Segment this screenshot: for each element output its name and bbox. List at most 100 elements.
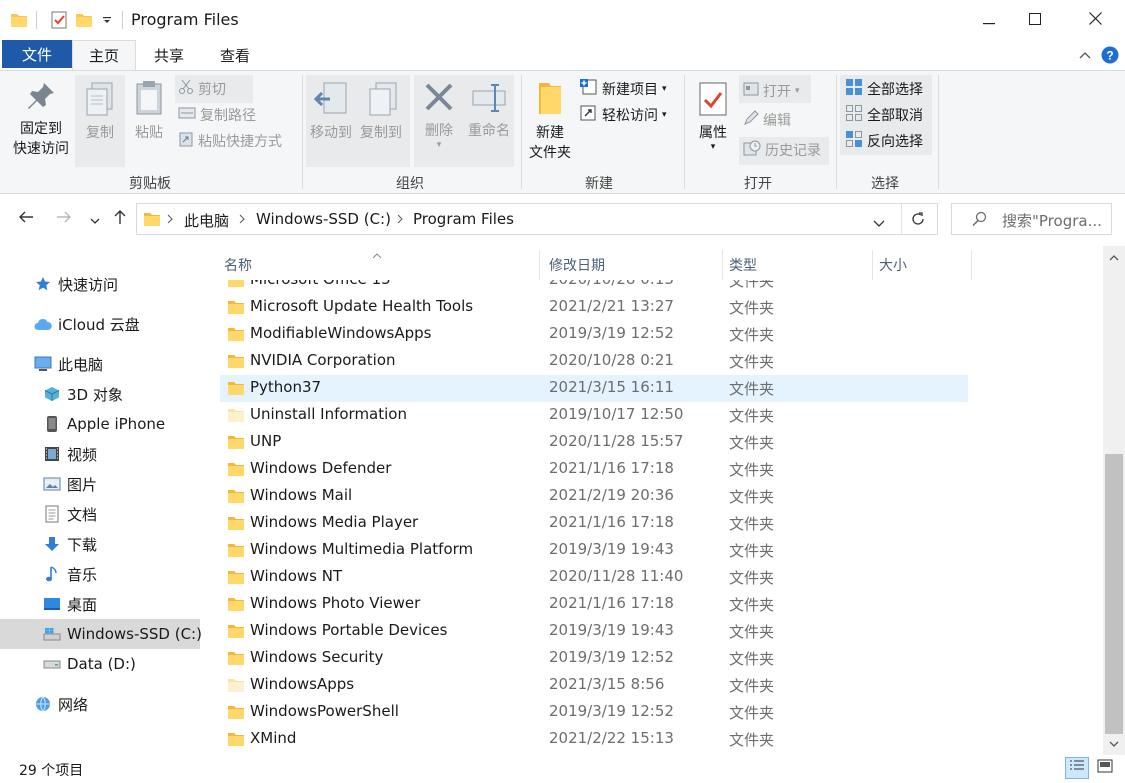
nav-item-downloads[interactable]: 下载 xyxy=(0,529,200,559)
nav-item-desktop[interactable]: 桌面 xyxy=(0,589,200,619)
properties-quick-icon[interactable] xyxy=(50,10,68,30)
details-view-button[interactable] xyxy=(1065,757,1089,779)
table-row[interactable]: WindowsPowerShell 2019/3/19 12:52 文件夹 xyxy=(220,699,968,726)
history-button[interactable]: 历史记录 xyxy=(743,139,821,161)
open-button[interactable]: 打开 ▾ xyxy=(743,80,800,102)
nav-item-this-pc[interactable]: 此电脑 xyxy=(0,349,200,379)
new-folder-button[interactable]: 新建 文件夹 xyxy=(526,81,574,163)
chevron-right-icon[interactable] xyxy=(395,212,405,226)
nav-item-apple-iphone[interactable]: Apple iPhone xyxy=(0,409,200,439)
rename-button[interactable]: 重命名 xyxy=(463,81,515,141)
arrow-up-icon xyxy=(113,209,127,229)
search-box[interactable]: 搜索"Progra... xyxy=(951,203,1112,235)
table-row[interactable]: Windows Multimedia Platform 2019/3/19 19:… xyxy=(220,537,968,564)
file-date: 2020/10/28 0:21 xyxy=(549,351,674,369)
up-button[interactable] xyxy=(109,208,131,230)
table-row[interactable]: Windows NT 2020/11/28 11:40 文件夹 xyxy=(220,564,968,591)
nav-item-music[interactable]: 音乐 xyxy=(0,559,200,589)
table-row[interactable]: Windows Media Player 2021/1/16 17:18 文件夹 xyxy=(220,510,968,537)
nav-item-label: 网络 xyxy=(58,695,89,714)
maximize-button[interactable] xyxy=(1012,0,1058,40)
breadcrumb-this-pc[interactable]: 此电脑 xyxy=(184,210,229,231)
nav-item-windows-ssd[interactable]: Windows-SSD (C:) xyxy=(0,619,202,649)
address-bar[interactable]: 此电脑 Windows-SSD (C:) Program Files xyxy=(136,203,938,235)
column-header-date[interactable]: 修改日期 xyxy=(543,250,723,280)
column-header-size[interactable]: 大小 xyxy=(873,250,972,280)
quick-access-dropdown-icon[interactable] xyxy=(98,10,116,30)
table-row[interactable]: WindowsApps 2021/3/15 8:56 文件夹 xyxy=(220,672,968,699)
nav-item-label: Data (D:) xyxy=(67,655,136,673)
scroll-down-icon[interactable] xyxy=(1103,734,1125,754)
new-item-button[interactable]: 新建项目 ▾ xyxy=(580,78,667,100)
select-none-icon xyxy=(845,104,863,126)
large-icons-view-button[interactable] xyxy=(1093,757,1117,779)
table-row[interactable]: Windows Security 2019/3/19 12:52 文件夹 xyxy=(220,645,968,672)
address-history-dropdown[interactable] xyxy=(873,214,885,232)
table-row[interactable]: Windows Defender 2021/1/16 17:18 文件夹 xyxy=(220,456,968,483)
properties-button[interactable]: 属性 ▾ xyxy=(692,81,734,152)
table-row[interactable]: Windows Portable Devices 2019/3/19 19:43 文… xyxy=(220,618,968,645)
pin-to-quick-access-button[interactable]: 固定到 快速访问 xyxy=(8,81,74,159)
edit-button[interactable]: 编辑 xyxy=(743,109,791,131)
nav-item-data-d[interactable]: Data (D:) xyxy=(0,649,200,679)
paste-shortcut-button[interactable]: 粘贴快捷方式 xyxy=(178,130,282,152)
tab-share[interactable]: 共享 xyxy=(140,40,198,70)
delete-button[interactable]: 删除 ▾ xyxy=(416,81,462,150)
file-name: Microsoft Update Health Tools xyxy=(250,297,474,315)
nav-item-icloud[interactable]: iCloud 云盘 xyxy=(0,309,200,339)
history-label: 历史记录 xyxy=(765,143,821,159)
tab-file[interactable]: 文件 xyxy=(2,40,72,68)
nav-item-3d-objects[interactable]: 3D 对象 xyxy=(0,379,200,409)
file-type: 文件夹 xyxy=(729,299,775,317)
nav-item-videos[interactable]: 视频 xyxy=(0,439,200,469)
close-button[interactable] xyxy=(1072,0,1118,40)
nav-item-documents[interactable]: 文档 xyxy=(0,499,200,529)
table-row[interactable]: NVIDIA Corporation 2020/10/28 0:21 文件夹 xyxy=(220,348,968,375)
paste-button[interactable]: 粘贴 xyxy=(127,79,171,143)
chevron-right-icon[interactable] xyxy=(237,212,247,226)
copy-button[interactable]: 复制 xyxy=(77,81,123,143)
nav-item-quick-access[interactable]: 快速访问 xyxy=(0,269,200,299)
minimize-button[interactable] xyxy=(966,0,1012,40)
divider xyxy=(901,204,902,234)
nav-item-pictures[interactable]: 图片 xyxy=(0,469,200,499)
forward-button[interactable] xyxy=(53,208,75,230)
move-to-button[interactable]: 移动到 xyxy=(306,81,356,143)
search-input[interactable]: 搜索"Progra... xyxy=(1002,210,1102,231)
new-folder-quick-icon[interactable] xyxy=(75,10,93,30)
help-icon[interactable]: ? xyxy=(1101,46,1119,64)
vertical-scrollbar[interactable] xyxy=(1103,246,1125,755)
back-button[interactable] xyxy=(15,208,37,230)
copy-to-button[interactable]: 复制到 xyxy=(356,81,406,143)
nav-item-network[interactable]: 网络 xyxy=(0,689,200,719)
invert-selection-button[interactable]: 反向选择 xyxy=(845,130,923,152)
easy-access-button[interactable]: 轻松访问 ▾ xyxy=(580,104,667,126)
collapse-ribbon-icon[interactable] xyxy=(1076,46,1094,64)
tab-home[interactable]: 主页 xyxy=(72,40,136,70)
breadcrumb-program-files[interactable]: Program Files xyxy=(413,210,514,228)
select-none-button[interactable]: 全部取消 xyxy=(845,104,923,126)
divider xyxy=(938,75,939,189)
table-row[interactable]: Uninstall Information 2019/10/17 12:50 文件夹 xyxy=(220,402,968,429)
table-row[interactable]: Windows Photo Viewer 2021/1/16 17:18 文件夹 xyxy=(220,591,968,618)
table-row[interactable]: Windows Mail 2021/2/19 20:36 文件夹 xyxy=(220,483,968,510)
file-type: 文件夹 xyxy=(729,488,775,506)
table-row[interactable]: Microsoft Update Health Tools 2021/2/21 1… xyxy=(220,294,968,321)
table-row[interactable]: ModifiableWindowsApps 2019/3/19 12:52 文件夹 xyxy=(220,321,968,348)
breadcrumb-drive-c[interactable]: Windows-SSD (C:) xyxy=(256,210,391,228)
select-all-button[interactable]: 全部选择 xyxy=(845,78,923,100)
file-type: 文件夹 xyxy=(729,326,775,344)
cut-button[interactable]: 剪切 xyxy=(178,78,226,100)
file-type: 文件夹 xyxy=(729,650,775,668)
scroll-up-icon[interactable] xyxy=(1103,248,1125,268)
column-header-type[interactable]: 类型 xyxy=(723,250,873,280)
scrollbar-thumb[interactable] xyxy=(1105,454,1123,734)
refresh-icon[interactable] xyxy=(910,211,926,231)
table-row[interactable]: UNP 2020/11/28 15:57 文件夹 xyxy=(220,429,968,456)
table-row[interactable]: Python37 2021/3/15 16:11 文件夹 xyxy=(220,375,968,402)
column-header-name[interactable]: 名称 xyxy=(218,250,540,280)
table-row[interactable]: XMind 2021/2/22 15:13 文件夹 xyxy=(220,726,968,753)
copy-path-button[interactable]: 复制路径 xyxy=(178,104,256,126)
tab-view[interactable]: 查看 xyxy=(206,40,264,70)
recent-locations-button[interactable] xyxy=(84,208,106,230)
